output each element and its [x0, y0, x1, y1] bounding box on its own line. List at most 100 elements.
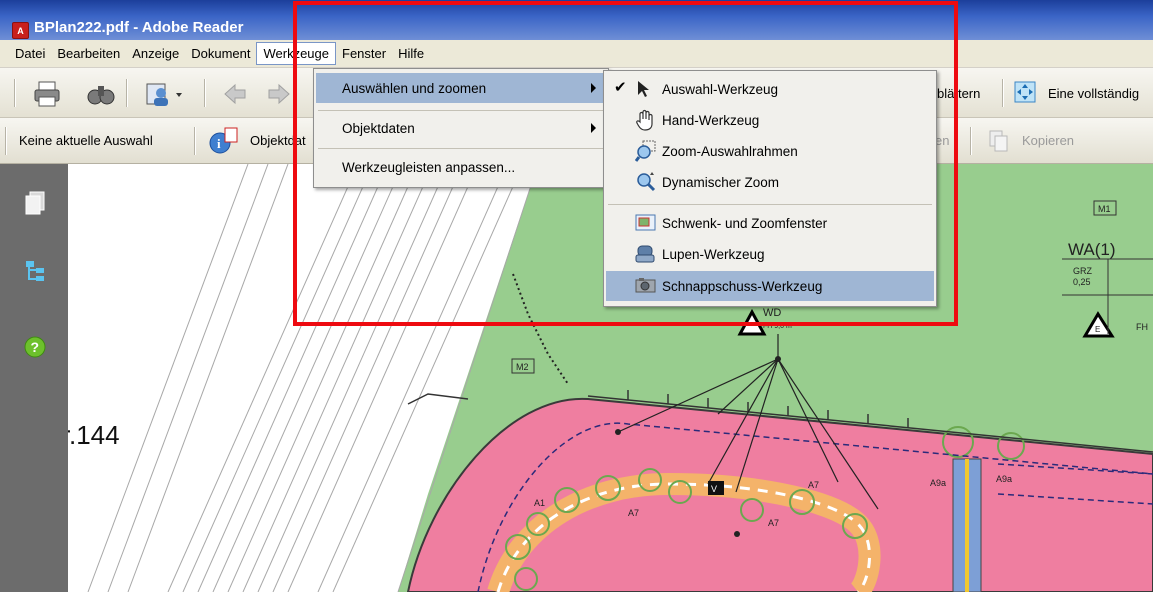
menu-bearbeiten[interactable]: Bearbeiten	[51, 43, 126, 64]
arrow-cursor-icon	[638, 81, 649, 97]
menu-anzeige[interactable]: Anzeige	[126, 43, 185, 64]
toolbar-separator	[14, 79, 16, 107]
search-button[interactable]	[84, 79, 118, 109]
toolbar-separator	[204, 79, 206, 107]
partial-disabled-label: en	[935, 133, 950, 148]
binoculars-icon	[87, 86, 115, 105]
hand-icon	[636, 109, 653, 131]
share-button[interactable]	[142, 79, 186, 109]
navigation-pane: ?	[0, 164, 68, 592]
toolbar-text-blaettern[interactable]: blättern	[937, 86, 980, 101]
menu-item-label: Auswählen und zoomen	[342, 80, 487, 96]
svg-text:i: i	[217, 136, 221, 151]
submenu-item-dynamischer-zoom[interactable]: Dynamischer Zoom	[606, 167, 934, 197]
map-label-m2: M2	[516, 362, 529, 372]
map-label-fh: FH	[1136, 322, 1148, 332]
object-data-label[interactable]: Objektdat	[250, 133, 306, 148]
map-label-grz-value: 0,25	[1073, 277, 1091, 287]
fit-page-button[interactable]	[1013, 80, 1037, 104]
pages-icon	[25, 191, 45, 215]
pages-button[interactable]	[22, 190, 48, 216]
menu-item-werkzeugleisten-anpassen[interactable]: Werkzeugleisten anpassen...	[316, 152, 606, 182]
zoom-marquee-icon	[635, 140, 656, 162]
pdf-icon: A	[12, 22, 29, 39]
print-button[interactable]	[30, 79, 64, 109]
map-label-a7-3: A7	[768, 518, 779, 528]
submenu-item-label: Dynamischer Zoom	[662, 174, 780, 190]
fit-page-label[interactable]: Eine vollständig	[1048, 86, 1139, 101]
object-data-button[interactable]: i	[206, 125, 242, 157]
submenu-arrow-icon	[591, 123, 596, 133]
fit-page-icon	[1014, 81, 1036, 103]
arrow-left-icon	[224, 83, 246, 105]
submenu-item-label: Hand-Werkzeug	[662, 112, 760, 128]
menu-fenster[interactable]: Fenster	[336, 43, 392, 64]
toolbar-separator	[1002, 79, 1004, 107]
object-data-icon: i	[209, 127, 238, 154]
document-user-icon	[146, 83, 182, 106]
toolbar-separator	[126, 79, 128, 107]
toolbar-separator	[5, 127, 7, 155]
submenu-item-hand-werkzeug[interactable]: Hand-Werkzeug	[606, 105, 934, 135]
checkmark-icon: ✔	[614, 79, 627, 96]
pan-zoom-window-icon	[635, 214, 656, 231]
window-title: BPlan222.pdf - Adobe Reader	[34, 19, 244, 36]
selection-status: Keine aktuelle Auswahl	[19, 133, 153, 148]
map-label-m1: M1	[1098, 204, 1111, 214]
map-label-grz: GRZ	[1073, 266, 1093, 276]
werkzeuge-menu: Auswählen und zoomen Objektdaten Werkzeu…	[313, 68, 609, 188]
menu-separator	[318, 110, 604, 111]
copy-button[interactable]	[987, 128, 1011, 154]
menu-item-objektdaten[interactable]: Objektdaten	[316, 113, 606, 143]
toolbar-separator	[194, 127, 196, 155]
title-bar: A BPlan222.pdf - Adobe Reader	[0, 0, 1153, 40]
menu-item-label: Werkzeugleisten anpassen...	[342, 159, 516, 175]
menu-item-label: Objektdaten	[342, 120, 415, 136]
submenu-item-label: Schwenk- und Zoomfenster	[662, 215, 828, 231]
submenu-arrow-icon	[591, 83, 596, 93]
menu-bar: Datei Bearbeiten Anzeige Dokument Werkze…	[0, 40, 1153, 68]
toolbar-separator	[970, 127, 972, 155]
submenu-item-lupen-werkzeug[interactable]: Lupen-Werkzeug	[606, 239, 934, 269]
submenu-item-label: Zoom-Auswahlrahmen	[662, 143, 798, 159]
map-label-wa: WA(1)	[1068, 240, 1116, 259]
map-label-a7: A7	[808, 480, 819, 490]
bookmarks-button[interactable]	[22, 258, 48, 284]
map-label-fh-height: FH 9,0 m	[763, 323, 792, 330]
submenu-item-auswahl-werkzeug[interactable]: ✔ Auswahl-Werkzeug	[606, 74, 934, 104]
submenu-item-label: Lupen-Werkzeug	[662, 246, 765, 262]
map-label-a1: A1	[534, 498, 545, 508]
next-page-button[interactable]	[264, 79, 294, 109]
menu-separator	[318, 148, 604, 149]
map-label-nr: lr.144	[68, 420, 120, 450]
map-label-v: V	[711, 484, 717, 494]
svg-text:?: ?	[31, 339, 40, 355]
copy-label[interactable]: Kopieren	[1022, 133, 1074, 148]
submenu-item-schwenk-zoomfenster[interactable]: Schwenk- und Zoomfenster	[606, 208, 934, 238]
map-label-e: E	[1095, 325, 1100, 334]
snapshot-camera-icon	[635, 278, 656, 293]
help-question-icon: ?	[24, 336, 46, 358]
arrow-right-icon	[268, 83, 290, 105]
map-label-a7-2: A7	[628, 508, 639, 518]
dynamic-zoom-icon	[637, 172, 656, 192]
submenu-item-schnappschuss-werkzeug[interactable]: Schnappschuss-Werkzeug	[606, 271, 934, 301]
auswaehlen-zoomen-submenu: ✔ Auswahl-Werkzeug Hand-Werkzeug Zoom-Au…	[603, 70, 937, 307]
menu-hilfe[interactable]: Hilfe	[392, 43, 430, 64]
map-label-a9a-1: A9a	[930, 478, 946, 488]
submenu-item-label: Auswahl-Werkzeug	[662, 81, 779, 97]
map-label-wd: WD	[763, 307, 781, 319]
submenu-item-label: Schnappschuss-Werkzeug	[662, 278, 823, 294]
menu-datei[interactable]: Datei	[9, 43, 51, 64]
submenu-item-zoom-auswahlrahmen[interactable]: Zoom-Auswahlrahmen	[606, 136, 934, 166]
menu-dokument[interactable]: Dokument	[185, 43, 256, 64]
bookmarks-tree-icon	[26, 261, 44, 281]
menu-separator	[608, 204, 932, 205]
menu-item-auswaehlen-zoomen[interactable]: Auswählen und zoomen	[316, 73, 606, 103]
menu-werkzeuge[interactable]: Werkzeuge	[256, 42, 336, 65]
loupe-icon	[635, 245, 655, 263]
previous-page-button[interactable]	[220, 79, 250, 109]
printer-icon	[34, 81, 60, 107]
copy-icon	[989, 130, 1008, 152]
help-button[interactable]: ?	[22, 334, 48, 360]
